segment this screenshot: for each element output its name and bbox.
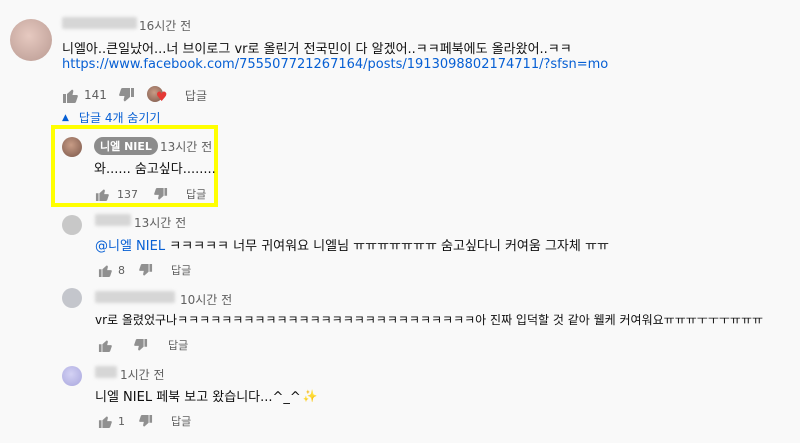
reply-button[interactable]: 답글 xyxy=(186,186,206,202)
like-button[interactable] xyxy=(95,188,109,201)
reply-button[interactable]: 답글 xyxy=(168,337,188,353)
comment-text: @니엘 NIEL ㅋㅋㅋㅋㅋ 너무 귀여워요 니엘님 ㅠㅠㅠㅠㅠㅠㅠ 숨고싶다니… xyxy=(95,235,609,254)
like-button[interactable] xyxy=(62,88,78,103)
comment-text: vr로 올렸었구나ㅋㅋㅋㅋㅋㅋㅋㅋㅋㅋㅋㅋㅋㅋㅋㅋㅋㅋㅋㅋㅋㅋㅋㅋㅋㅋㅋ아 진짜… xyxy=(95,313,764,327)
avatar[interactable] xyxy=(10,19,52,61)
thumbs-up-icon xyxy=(98,264,112,277)
comment-actions: 141 ♥ 답글 xyxy=(62,86,207,104)
like-count: 8 xyxy=(118,263,125,277)
like-button[interactable] xyxy=(98,339,112,352)
avatar[interactable] xyxy=(62,215,82,235)
comment-text: 니엘아..큰일났어...너 브이로그 vr로 올린거 전국민이 다 알겠어..ㅋ… xyxy=(62,42,572,57)
dislike-button[interactable] xyxy=(134,338,148,352)
comment-actions: 8 답글 xyxy=(98,262,191,278)
comment-actions: 1 답글 xyxy=(98,413,191,429)
like-button[interactable] xyxy=(98,415,112,428)
reply-button[interactable]: 답글 xyxy=(171,262,191,278)
reply-button[interactable]: 답글 xyxy=(171,413,191,429)
chevron-up-icon: ▲ xyxy=(62,112,69,123)
thumbs-down-icon xyxy=(139,414,153,427)
mention-link[interactable]: @니엘 NIEL xyxy=(95,239,165,254)
heart-icon: ♥ xyxy=(155,90,168,105)
comment-text: 니엘 NIEL 페북 보고 왔습니다...^_^ ✨ xyxy=(95,386,318,406)
like-button[interactable] xyxy=(98,264,112,277)
avatar[interactable] xyxy=(62,366,82,386)
like-count: 141 xyxy=(84,88,107,102)
comment-actions: 답글 xyxy=(98,337,188,353)
hide-replies-label: 답글 4개 숨기기 xyxy=(78,111,161,125)
author-name[interactable] xyxy=(95,291,175,303)
sparkle-emoji-icon: ✨ xyxy=(302,388,318,403)
thumbs-up-icon xyxy=(98,339,112,352)
author-name[interactable] xyxy=(62,17,137,29)
thumbs-down-icon xyxy=(139,263,153,276)
dislike-button[interactable] xyxy=(119,87,135,103)
comment-body: ㅋㅋㅋㅋㅋ 너무 귀여워요 니엘님 ㅠㅠㅠㅠㅠㅠㅠ 숨고싶다니 커여움 그자체 … xyxy=(165,239,609,254)
comment-time[interactable]: 10시간 전 xyxy=(180,291,232,308)
creator-heart-badge: ♥ xyxy=(146,86,171,105)
dislike-button[interactable] xyxy=(154,187,168,201)
author-name[interactable] xyxy=(95,214,131,226)
avatar[interactable] xyxy=(62,137,82,157)
reply-button[interactable]: 답글 xyxy=(185,87,207,104)
like-count: 137 xyxy=(117,187,138,201)
hide-replies-toggle[interactable]: ▲ 답글 4개 숨기기 xyxy=(62,109,160,126)
comment-time[interactable]: 16시간 전 xyxy=(139,17,191,34)
comment-link[interactable]: https://www.facebook.com/755507721267164… xyxy=(62,57,608,72)
thumbs-down-icon xyxy=(119,87,134,101)
comment-actions: 137 답글 xyxy=(95,186,206,202)
thumbs-up-icon xyxy=(63,89,78,103)
dislike-button[interactable] xyxy=(139,414,153,428)
avatar[interactable] xyxy=(62,288,82,308)
comment-time[interactable]: 13시간 전 xyxy=(134,214,186,231)
comment-body: 니엘 NIEL 페북 보고 왔습니다...^_^ xyxy=(95,390,301,405)
comment-time[interactable]: 13시간 전 xyxy=(160,138,212,155)
comment-text: 와...... 숨고싶다........ xyxy=(94,162,216,177)
like-count: 1 xyxy=(118,414,125,428)
thumbs-up-icon xyxy=(98,415,112,428)
dislike-button[interactable] xyxy=(139,263,153,277)
author-name[interactable] xyxy=(95,366,117,378)
comment-time[interactable]: 1시간 전 xyxy=(120,366,165,383)
author-badge[interactable]: 니엘 NIEL xyxy=(94,137,158,155)
thumbs-down-icon xyxy=(154,187,168,200)
thumbs-up-icon xyxy=(95,188,109,201)
thumbs-down-icon xyxy=(134,338,148,351)
